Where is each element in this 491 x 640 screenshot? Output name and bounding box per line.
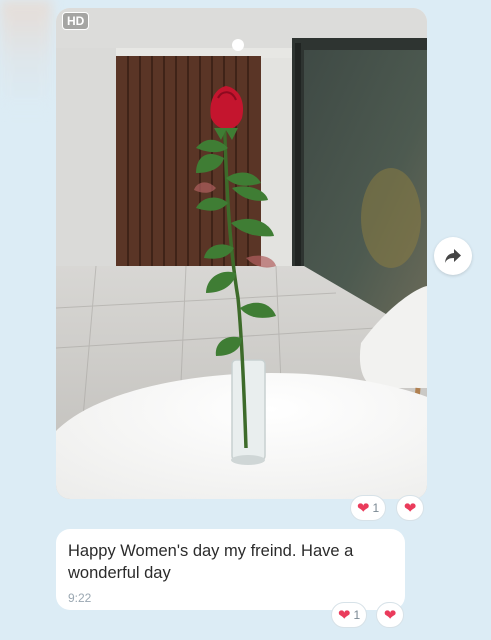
forward-button[interactable] [434, 237, 472, 275]
photo-heart-reaction[interactable]: ❤ 1 [350, 495, 386, 521]
message-add-reaction-button[interactable]: ❤ [376, 602, 404, 628]
rose-in-vase-photo [56, 8, 427, 499]
photo-add-reaction-button[interactable]: ❤ [396, 495, 424, 521]
message-time: 9:22 [68, 591, 92, 605]
heart-icon: ❤ [337, 606, 351, 624]
message-heart-reaction[interactable]: ❤ 1 [331, 602, 367, 628]
hd-badge: HD [62, 12, 90, 30]
avatar [0, 0, 52, 110]
heart-icon: ❤ [383, 606, 397, 624]
heart-icon: ❤ [356, 499, 370, 517]
heart-icon: ❤ [403, 499, 417, 517]
message-reaction-count: 1 [353, 608, 361, 622]
text-message[interactable]: Happy Women's day my freind. Have a wond… [56, 529, 405, 610]
photo-message[interactable] [56, 8, 427, 499]
message-text: Happy Women's day my freind. Have a wond… [68, 542, 354, 582]
photo-reaction-count: 1 [372, 501, 380, 515]
forward-arrow-icon [445, 249, 461, 263]
